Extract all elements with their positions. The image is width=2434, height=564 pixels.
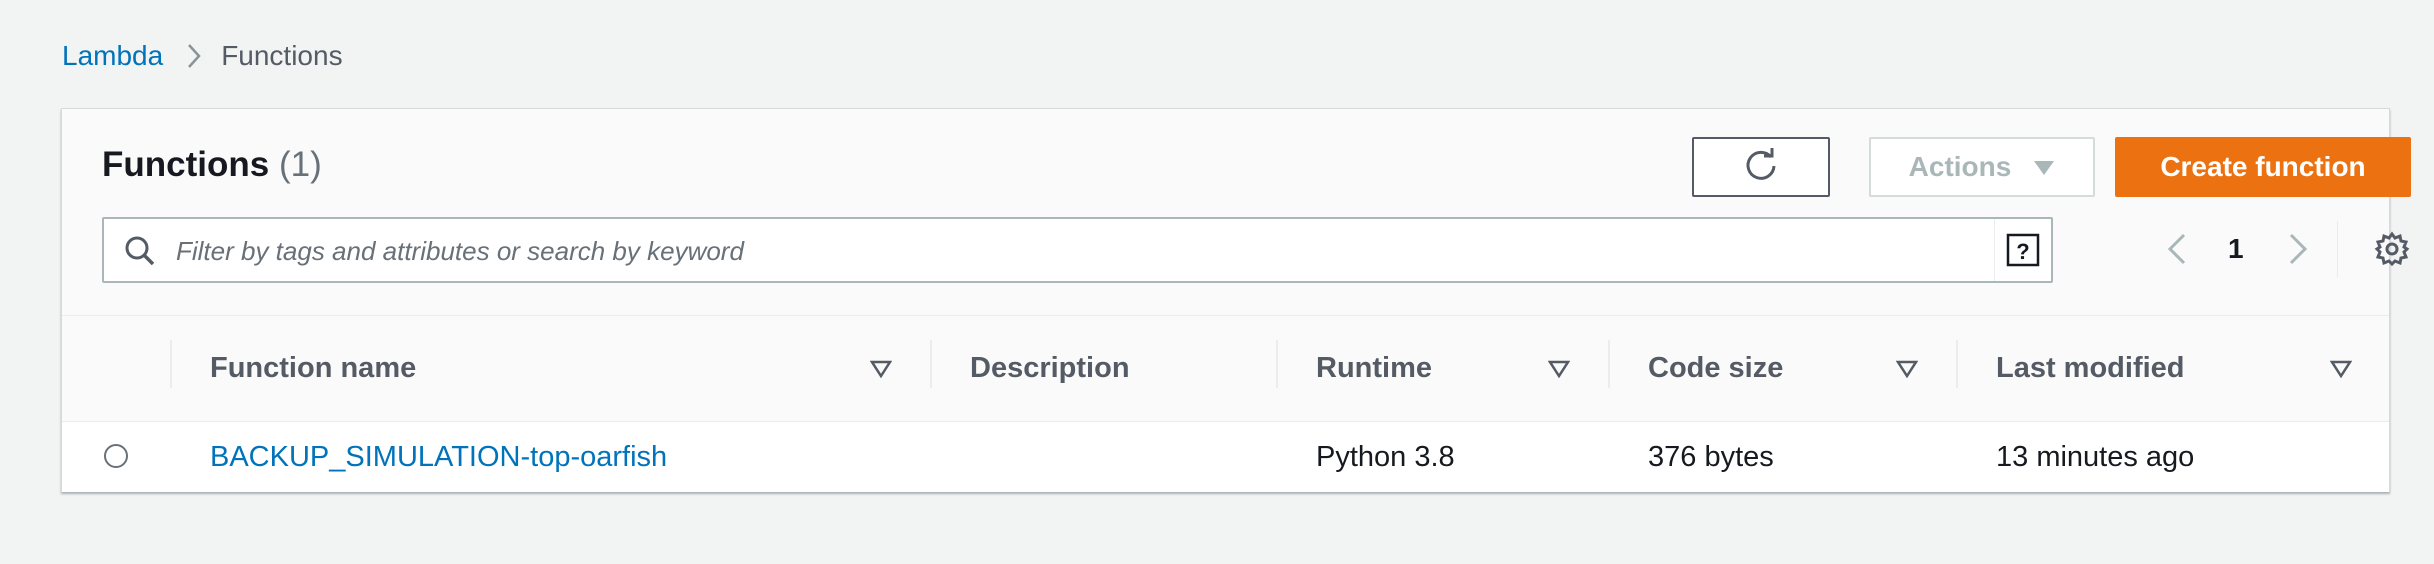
function-code-size: 376 bytes [1648, 440, 1774, 473]
divider [2337, 221, 2338, 277]
page-title: Functions (1) [102, 145, 322, 185]
refresh-icon [1743, 147, 1779, 188]
refresh-button[interactable] [1692, 137, 1830, 197]
sort-icon[interactable] [1895, 360, 1919, 383]
column-divider [170, 340, 172, 388]
breadcrumb-lambda-link[interactable]: Lambda [62, 40, 163, 72]
help-icon[interactable]: ? [1994, 219, 2051, 281]
search-icon [124, 235, 156, 272]
column-divider [930, 340, 932, 388]
function-runtime: Python 3.8 [1316, 440, 1455, 473]
column-header-last-modified[interactable]: Last modified [1996, 316, 2185, 421]
sort-icon[interactable] [869, 360, 893, 383]
column-divider [1608, 340, 1610, 388]
breadcrumb-current: Functions [221, 40, 343, 71]
column-header-code-size[interactable]: Code size [1648, 316, 1783, 421]
caret-down-icon [2033, 151, 2055, 183]
function-name-link[interactable]: BACKUP_SIMULATION-top-oarfish [210, 422, 667, 492]
row-select-radio[interactable] [104, 444, 128, 468]
chevron-right-icon[interactable] [2287, 229, 2309, 274]
sort-icon[interactable] [1547, 360, 1571, 383]
actions-dropdown[interactable]: Actions [1869, 137, 2095, 197]
chevron-right-icon [187, 43, 201, 69]
actions-label: Actions [1908, 151, 2012, 182]
function-count: (1) [278, 145, 322, 184]
svg-text:?: ? [2016, 239, 2029, 264]
search-field: ? [102, 217, 2053, 283]
create-function-button[interactable]: Create function [2115, 137, 2411, 197]
functions-panel: Functions (1) Actions Create function Fi… [61, 108, 2411, 492]
column-header-description: Description [970, 352, 1130, 384]
column-header-function-name[interactable]: Function name [210, 316, 416, 421]
table-row: BACKUP_SIMULATION-top-oarfish Python 3.8… [62, 422, 2389, 492]
function-last-modified: 13 minutes ago [1996, 440, 2195, 473]
gear-icon[interactable] [2374, 231, 2410, 272]
chevron-left-icon[interactable] [2166, 229, 2188, 274]
column-divider [1276, 340, 1278, 388]
column-divider [1956, 340, 1958, 388]
breadcrumb: Lambda Functions [62, 36, 343, 76]
page-number[interactable]: 1 [2228, 229, 2244, 269]
table-header: Function name Description Runtime Code s… [62, 316, 2389, 422]
title-text: Functions [102, 145, 270, 184]
column-header-runtime[interactable]: Runtime [1316, 316, 1432, 421]
panel-header: Functions (1) Actions Create function Fi… [62, 109, 2411, 316]
search-input[interactable] [174, 227, 1958, 275]
sort-icon[interactable] [2329, 360, 2353, 383]
